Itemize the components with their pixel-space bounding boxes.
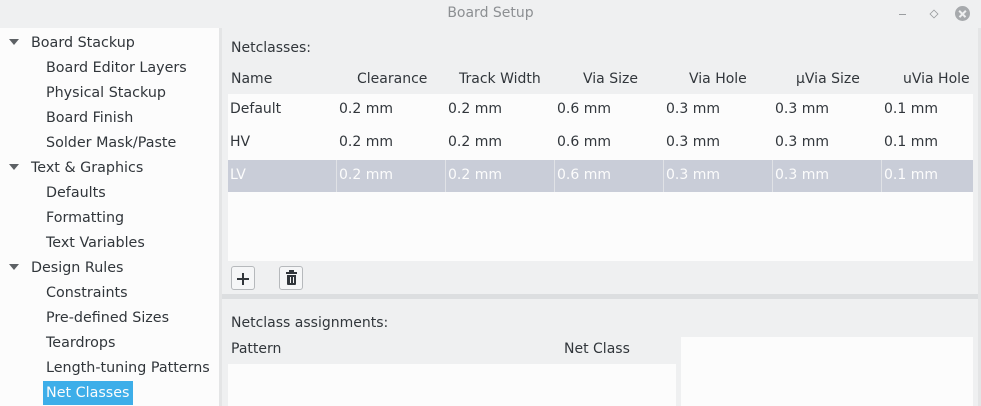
net-classes-panel: Netclasses: Name Clearance Track Width V… [222,28,978,406]
column-divider [663,160,664,192]
cell-track-width[interactable]: 0.2 mm [448,101,502,117]
column-header-clearance[interactable]: Clearance [357,71,427,87]
column-header-via-hole[interactable]: Via Hole [689,71,747,87]
cell-via-hole[interactable]: 0.3 mm [666,101,720,117]
column-divider [772,160,773,192]
assignments-table-header: Pattern Net Class [228,337,676,364]
chevron-down-icon[interactable] [9,264,19,270]
tree-item-board-finish[interactable]: Board Finish [46,107,133,129]
cell-name[interactable]: HV [230,134,250,150]
panel-splitter[interactable] [222,294,978,299]
cell-uvia-hole[interactable]: 0.1 mm [884,167,938,183]
tree-group-text-graphics[interactable]: Text & Graphics [31,157,143,179]
cell-via-hole[interactable]: 0.3 mm [666,134,720,150]
column-divider [336,160,337,192]
cell-name[interactable]: LV [230,167,246,183]
cell-via-size[interactable]: 0.6 mm [557,167,611,183]
tree-item-net-classes[interactable]: Net Classes [43,381,133,405]
add-netclass-button[interactable] [231,266,255,290]
table-row[interactable]: LV 0.2 mm 0.2 mm 0.6 mm 0.3 mm 0.3 mm 0.… [228,160,973,192]
cell-clearance[interactable]: 0.2 mm [339,101,393,117]
cell-clearance[interactable]: 0.2 mm [339,167,393,183]
tree-item-teardrops[interactable]: Teardrops [46,332,115,354]
cell-clearance[interactable]: 0.2 mm [339,134,393,150]
title-bar: Board Setup [0,0,981,28]
cell-track-width[interactable]: 0.2 mm [448,134,502,150]
minimize-button[interactable] [895,6,911,22]
close-button[interactable] [955,6,970,21]
maximize-button[interactable] [926,6,942,22]
column-header-pattern[interactable]: Pattern [231,341,281,357]
assignments-table: Pattern Net Class [228,337,676,406]
cell-via-size[interactable]: 0.6 mm [557,101,611,117]
table-row[interactable]: HV 0.2 mm 0.2 mm 0.6 mm 0.3 mm 0.3 mm 0.… [228,127,973,160]
netclasses-label: Netclasses: [231,40,311,56]
cell-uvia-size[interactable]: 0.3 mm [775,101,829,117]
tree-item-board-editor-layers[interactable]: Board Editor Layers [46,57,187,79]
tree-item-length-tuning-patterns[interactable]: Length-tuning Patterns [46,357,210,379]
tree-item-predefined-sizes[interactable]: Pre-defined Sizes [46,307,169,329]
column-divider [881,160,882,192]
tree-item-constraints[interactable]: Constraints [46,282,128,304]
delete-netclass-button[interactable] [279,266,303,290]
cell-name[interactable]: Default [230,101,281,117]
tree-item-formatting[interactable]: Formatting [46,207,124,229]
tree-item-physical-stackup[interactable]: Physical Stackup [46,82,166,104]
column-header-via-size[interactable]: Via Size [583,71,638,87]
column-divider [445,160,446,192]
cell-uvia-size[interactable]: 0.3 mm [775,134,829,150]
tree-group-design-rules[interactable]: Design Rules [31,257,123,279]
netclasses-table: Name Clearance Track Width Via Size Via … [228,67,973,299]
cell-uvia-hole[interactable]: 0.1 mm [884,134,938,150]
tree-item-text-variables[interactable]: Text Variables [46,232,145,254]
cell-via-hole[interactable]: 0.3 mm [666,167,720,183]
tree-item-defaults[interactable]: Defaults [46,182,106,204]
column-header-uvia-size[interactable]: μVia Size [796,71,860,87]
trash-icon [286,270,297,285]
chevron-down-icon[interactable] [9,39,19,45]
column-header-name[interactable]: Name [231,71,272,87]
cell-uvia-size[interactable]: 0.3 mm [775,167,829,183]
column-divider [554,160,555,192]
assignments-preview-pane [681,337,973,406]
cell-via-size[interactable]: 0.6 mm [557,134,611,150]
window-title: Board Setup [447,5,534,21]
netclass-assignments-label: Netclass assignments: [231,315,389,331]
cell-track-width[interactable]: 0.2 mm [448,167,502,183]
cell-uvia-hole[interactable]: 0.1 mm [884,101,938,117]
column-header-net-class[interactable]: Net Class [564,341,630,357]
tree-group-board-stackup[interactable]: Board Stackup [31,32,135,54]
table-row[interactable]: Default 0.2 mm 0.2 mm 0.6 mm 0.3 mm 0.3 … [228,94,973,127]
netclasses-table-header: Name Clearance Track Width Via Size Via … [228,67,973,94]
tree-item-solder-mask-paste[interactable]: Solder Mask/Paste [46,132,176,154]
chevron-down-icon[interactable] [9,164,19,170]
column-header-uvia-hole[interactable]: uVia Hole [903,71,970,87]
settings-tree: Board Stackup Board Editor Layers Physic… [0,28,219,406]
column-header-track-width[interactable]: Track Width [459,71,541,87]
